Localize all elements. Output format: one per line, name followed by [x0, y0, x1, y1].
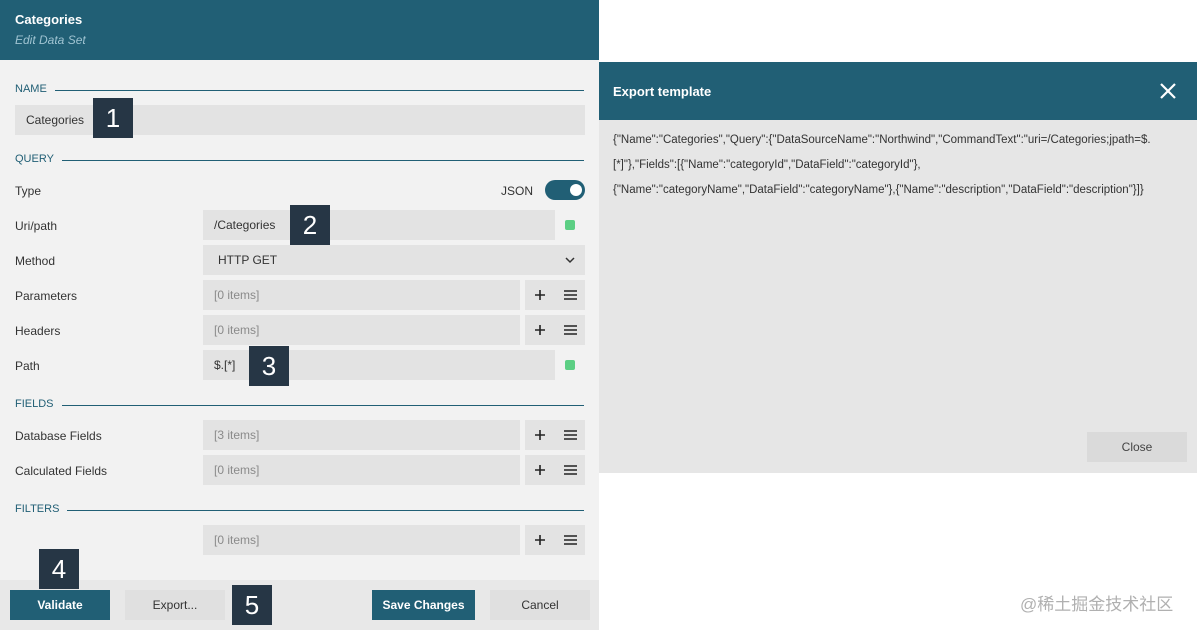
- section-fields: FIELDS: [15, 398, 584, 414]
- path-label: Path: [15, 359, 40, 373]
- edit-data-set-panel: Categories Edit Data Set NAME Categories…: [0, 0, 599, 630]
- plus-icon: [535, 535, 545, 545]
- panel-title: Categories: [15, 12, 83, 27]
- list-parameters-button[interactable]: [555, 280, 585, 310]
- export-button[interactable]: Export...: [125, 590, 225, 620]
- filters-field[interactable]: [0 items]: [203, 525, 520, 555]
- annotation-badge-5: 5: [232, 585, 272, 625]
- hamburger-icon: [563, 535, 577, 545]
- plus-icon: [535, 465, 545, 475]
- json-line: {"Name":"categoryName","DataField":"cate…: [613, 184, 1144, 196]
- uri-input[interactable]: /Categories: [203, 210, 555, 240]
- dialog-header: Export template: [599, 62, 1197, 120]
- parameters-label: Parameters: [15, 289, 78, 303]
- add-parameter-button[interactable]: [525, 280, 555, 310]
- panel-subtitle: Edit Data Set: [15, 33, 86, 47]
- hamburger-icon: [563, 465, 577, 475]
- section-filters-label: FILTERS: [15, 503, 68, 515]
- json-line: [*]"},"Fields":[{"Name":"categoryId","Da…: [613, 159, 921, 171]
- list-calculated-fields-button[interactable]: [555, 455, 585, 485]
- annotation-badge-1: 1: [93, 98, 133, 138]
- add-filter-button[interactable]: [525, 525, 555, 555]
- section-fields-label: FIELDS: [15, 398, 62, 410]
- add-database-field-button[interactable]: [525, 420, 555, 450]
- section-divider: [15, 160, 584, 161]
- type-value-label: JSON: [501, 184, 534, 198]
- add-calculated-field-button[interactable]: [525, 455, 555, 485]
- headers-label: Headers: [15, 324, 61, 338]
- section-divider: [15, 90, 584, 91]
- section-divider: [15, 405, 584, 406]
- calculated-fields-field[interactable]: [0 items]: [203, 455, 520, 485]
- toggle-knob: [570, 184, 582, 196]
- chevron-down-icon: [565, 257, 575, 264]
- watermark: @稀土掘金技术社区: [1020, 595, 1174, 614]
- method-select-value: HTTP GET: [218, 253, 278, 267]
- plus-icon: [535, 290, 545, 300]
- parameters-field[interactable]: [0 items]: [203, 280, 520, 310]
- type-toggle[interactable]: [545, 180, 585, 200]
- calculated-fields-label: Calculated Fields: [15, 464, 108, 478]
- hamburger-icon: [563, 430, 577, 440]
- export-template-json[interactable]: {"Name":"Categories","Query":{"DataSourc…: [613, 128, 1183, 203]
- dialog-close-button[interactable]: Close: [1087, 432, 1187, 462]
- hamburger-icon: [563, 290, 577, 300]
- list-database-fields-button[interactable]: [555, 420, 585, 450]
- section-name: NAME: [15, 83, 584, 99]
- headers-field[interactable]: [0 items]: [203, 315, 520, 345]
- section-query: QUERY: [15, 153, 584, 169]
- section-name-label: NAME: [15, 83, 55, 95]
- method-label: Method: [15, 254, 56, 268]
- validate-button[interactable]: Validate: [10, 590, 110, 620]
- hamburger-icon: [563, 325, 577, 335]
- add-header-button[interactable]: [525, 315, 555, 345]
- dialog-title: Export template: [613, 84, 712, 99]
- close-icon[interactable]: [1157, 80, 1179, 102]
- annotation-badge-3: 3: [249, 346, 289, 386]
- cancel-button[interactable]: Cancel: [490, 590, 590, 620]
- annotation-badge-4: 4: [39, 549, 79, 589]
- section-divider: [15, 510, 584, 511]
- panel-footer: Validate Export... Save Changes Cancel: [0, 580, 599, 630]
- save-changes-button[interactable]: Save Changes: [372, 590, 475, 620]
- database-fields-label: Database Fields: [15, 429, 102, 443]
- section-filters: FILTERS: [15, 503, 584, 519]
- uri-status-indicator: [565, 220, 575, 230]
- list-headers-button[interactable]: [555, 315, 585, 345]
- section-query-label: QUERY: [15, 153, 62, 165]
- plus-icon: [535, 325, 545, 335]
- json-line: {"Name":"Categories","Query":{"DataSourc…: [613, 134, 1151, 146]
- path-status-indicator: [565, 360, 575, 370]
- method-select[interactable]: HTTP GET: [203, 245, 585, 275]
- export-template-dialog: Export template {"Name":"Categories","Qu…: [599, 62, 1197, 473]
- annotation-badge-2: 2: [290, 205, 330, 245]
- plus-icon: [535, 430, 545, 440]
- list-filters-button[interactable]: [555, 525, 585, 555]
- panel-header: Categories Edit Data Set: [0, 0, 599, 60]
- type-label: Type: [15, 184, 42, 198]
- uri-label: Uri/path: [15, 219, 58, 233]
- database-fields-field[interactable]: [3 items]: [203, 420, 520, 450]
